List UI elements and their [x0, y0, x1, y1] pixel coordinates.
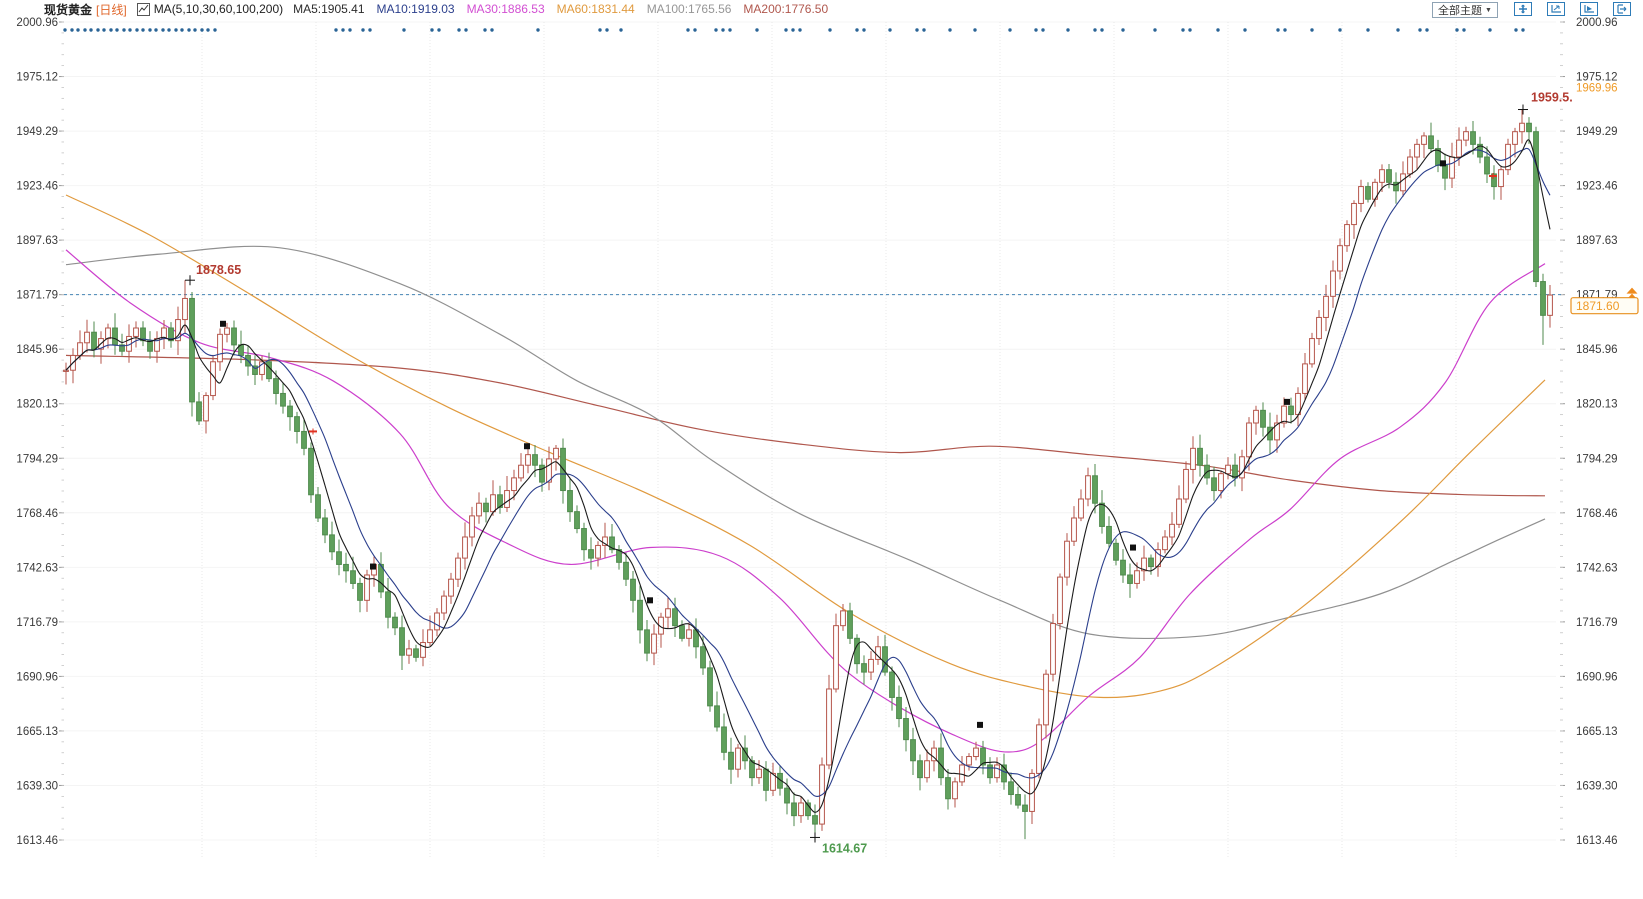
svg-text:1845.96: 1845.96	[16, 344, 58, 356]
pan-crosshair-icon[interactable]	[1514, 2, 1532, 16]
chevron-down-icon: ▼	[1485, 7, 1492, 14]
svg-text:1845.96: 1845.96	[1576, 344, 1618, 356]
indicator-chip-icon	[137, 3, 150, 16]
play-forward-icon[interactable]	[1580, 2, 1598, 16]
svg-text:1897.63: 1897.63	[1576, 235, 1618, 247]
chart-window: 现货黄金 [日线] MA(5,10,30,60,100,200) MA5:190…	[0, 0, 1643, 899]
svg-text:1959.5.: 1959.5.	[1531, 91, 1573, 105]
svg-text:1690.96: 1690.96	[1576, 671, 1618, 683]
symbol-title: 现货黄金	[44, 1, 92, 18]
svg-text:1871.60: 1871.60	[1576, 299, 1620, 313]
ma200-legend: MA200:1776.50	[743, 2, 828, 16]
svg-text:1949.29: 1949.29	[16, 126, 58, 138]
axis-fit-icon[interactable]	[1547, 2, 1565, 16]
svg-text:1639.30: 1639.30	[1576, 780, 1618, 792]
svg-text:1794.29: 1794.29	[1576, 453, 1618, 465]
svg-text:2000.96: 2000.96	[16, 17, 58, 29]
svg-text:1794.29: 1794.29	[16, 453, 58, 465]
svg-text:1665.13: 1665.13	[16, 726, 58, 738]
svg-text:1820.13: 1820.13	[1576, 399, 1618, 411]
svg-text:2000.96: 2000.96	[1576, 17, 1618, 29]
svg-text:1768.46: 1768.46	[1576, 508, 1618, 520]
candlestick-chart[interactable]: 2000.962000.961975.121975.121949.291949.…	[0, 0, 1643, 899]
ma30-legend: MA30:1886.53	[467, 2, 545, 16]
theme-dropdown[interactable]: 全部主题 ▼	[1432, 2, 1498, 18]
svg-text:1878.65: 1878.65	[196, 263, 241, 277]
chart-header: 现货黄金 [日线] MA(5,10,30,60,100,200) MA5:190…	[44, 1, 840, 17]
svg-text:1768.46: 1768.46	[16, 508, 58, 520]
svg-text:1975.12: 1975.12	[16, 72, 58, 84]
svg-text:1614.67: 1614.67	[822, 841, 867, 855]
svg-text:1923.46: 1923.46	[1576, 181, 1618, 193]
svg-text:1716.79: 1716.79	[16, 617, 58, 629]
ma-settings-label: MA(5,10,30,60,100,200)	[154, 2, 283, 16]
last-price-badge: 1871.60	[1571, 298, 1638, 314]
svg-text:1820.13: 1820.13	[16, 399, 58, 411]
svg-text:1742.63: 1742.63	[16, 562, 58, 574]
ma60-legend: MA60:1831.44	[557, 2, 635, 16]
svg-text:1949.29: 1949.29	[1576, 126, 1618, 138]
period-label: [日线]	[96, 1, 127, 18]
ma100-legend: MA100:1765.56	[647, 2, 732, 16]
svg-text:1716.79: 1716.79	[1576, 617, 1618, 629]
svg-text:1690.96: 1690.96	[16, 671, 58, 683]
svg-text:1969.96: 1969.96	[1576, 82, 1618, 94]
svg-text:1613.46: 1613.46	[16, 835, 58, 847]
svg-text:1613.46: 1613.46	[1576, 835, 1618, 847]
svg-text:1871.79: 1871.79	[16, 290, 58, 302]
svg-text:1923.46: 1923.46	[16, 181, 58, 193]
jump-to-latest-icon[interactable]	[1613, 2, 1631, 16]
svg-text:1665.13: 1665.13	[1576, 726, 1618, 738]
ma5-legend: MA5:1905.41	[293, 2, 364, 16]
theme-dropdown-label: 全部主题	[1438, 2, 1482, 18]
svg-text:1897.63: 1897.63	[16, 235, 58, 247]
svg-text:1742.63: 1742.63	[1576, 562, 1618, 574]
ma10-legend: MA10:1919.03	[377, 2, 455, 16]
svg-text:1639.30: 1639.30	[16, 780, 58, 792]
